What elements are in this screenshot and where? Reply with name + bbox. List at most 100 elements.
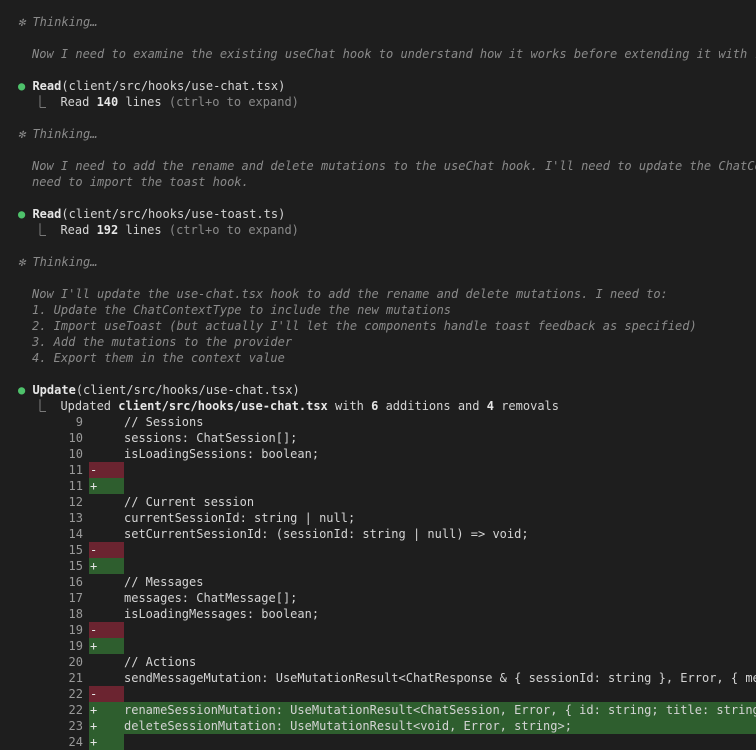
diff-sign [89,591,90,605]
diff-marker: + [89,702,124,718]
diff-sign: - [90,463,98,477]
line-number: 17 [68,591,83,605]
diff-sign: + [90,703,98,717]
summary-prefix: ⎿ Updated [34,399,119,413]
diff-sign: + [90,735,98,749]
diff-marker: - [89,686,124,702]
diff-line: 10 isLoadingSessions: boolean; [0,446,756,462]
diff-line: 24 + [0,734,756,750]
code-text: sessions: ChatSession[]; [124,431,298,445]
diff-sign: - [90,687,98,701]
diff-marker: - [89,622,124,638]
tool-name: Read [32,207,62,221]
thinking-text: 2. Import useToast (but actually I'll le… [32,319,697,333]
diff-sign [89,415,90,429]
diff-marker [89,574,124,590]
diff-marker: - [89,462,124,478]
code-text: // Actions [124,655,197,669]
tool-result[interactable]: ⎿ Read 192 lines (ctrl+o to expand) [34,222,299,238]
tool-call-update[interactable]: ● Update(client/src/hooks/use-chat.tsx) [18,382,300,398]
diff-marker: + [89,638,124,654]
diff-marker [89,590,124,606]
code-text: messages: ChatMessage[]; [124,591,298,605]
diff-marker: + [89,558,124,574]
status-dot-icon: ● [18,207,33,221]
line-number: 14 [68,527,83,541]
code-text: isLoadingSessions: boolean; [124,447,320,461]
diff-line: 22 + renameSessionMutation: UseMutationRes… [0,702,756,718]
thinking-header: ✻ Thinking… [18,255,98,269]
diff-line: 18 isLoadingMessages: boolean; [0,606,756,622]
code-text: sendMessageMutation: UseMutationResult<C… [124,671,756,685]
line-number: 11 [68,479,83,493]
result-suffix: lines [118,223,162,237]
diff-marker: + [89,718,124,734]
line-number: 22 [68,703,83,717]
diff-sign: + [90,559,98,573]
code-text: deleteSessionMutation: UseMutationResult… [124,718,756,734]
diff-sign [89,511,90,525]
diff-marker [89,606,124,622]
diff-line: 14 setCurrentSessionId: (sessionId: strin… [0,526,756,542]
diff-sign: + [90,639,98,653]
diff-marker [89,430,124,446]
line-number: 12 [68,495,83,509]
line-number: 11 [68,463,83,477]
diff-marker [89,670,124,686]
thinking-text: 3. Add the mutations to the provider [32,335,293,349]
diff-line: 11- [0,462,756,478]
diff-sign [89,527,90,541]
thinking-header: ✻ Thinking… [18,15,98,29]
diff-sign: - [90,623,98,637]
diff-sign [89,607,90,621]
code-text: setCurrentSessionId: (sessionId: string … [124,527,529,541]
tool-result[interactable]: ⎿ Read 140 lines (ctrl+o to expand) [34,94,299,110]
summary-text: with [327,399,372,413]
expand-hint[interactable]: (ctrl+o to expand) [162,223,299,237]
code-text: isLoadingMessages: boolean; [124,607,320,621]
diff-sign: + [90,719,98,733]
diff-line: 10 sessions: ChatSession[]; [0,430,756,446]
line-number: 16 [68,575,83,589]
tool-argument: (client/src/hooks/use-toast.ts) [61,207,286,221]
code-text: // Current session [124,495,255,509]
code-text: // Sessions [124,415,204,429]
diff-line: 13 currentSessionId: string | null; [0,510,756,526]
update-summary: ⎿ Updated client/src/hooks/use-chat.tsx … [34,398,559,414]
diff-sign [89,655,90,669]
diff-sign [89,431,90,445]
line-number: 21 [68,671,83,685]
diff-line: 12 // Current session [0,494,756,510]
thinking-text: 4. Export them in the context value [32,351,285,365]
tool-name: Update [32,383,76,397]
tool-name: Read [32,79,62,93]
line-number: 13 [68,511,83,525]
diff-line: 19- [0,622,756,638]
result-prefix: ⎿ Read [34,223,97,237]
diff-line: 11 + [0,478,756,494]
line-number: 24 [68,735,83,749]
diff-sign: + [90,479,98,493]
diff-marker [89,446,124,462]
file-path: client/src/hooks/use-chat.tsx [118,399,328,413]
status-dot-icon: ● [18,79,33,93]
thinking-text: Now I need to add the rename and delete … [32,159,756,173]
tool-call-read[interactable]: ● Read(client/src/hooks/use-toast.ts) [18,206,285,222]
line-number: 9 [75,415,83,429]
diff-line: 21 sendMessageMutation: UseMutationResult… [0,670,756,686]
diff-marker: - [89,542,124,558]
expand-hint[interactable]: (ctrl+o to expand) [162,95,299,109]
line-number: 18 [68,607,83,621]
diff-marker: + [89,734,124,750]
diff-line: 9 // Sessions [0,414,756,430]
line-number: 10 [68,447,83,461]
diff-sign [89,447,90,461]
line-number: 10 [68,431,83,445]
thinking-text: 1. Update the ChatContextType to include… [32,303,452,317]
diff-line: 23 + deleteSessionMutation: UseMutationRes… [0,718,756,734]
line-count: 140 [96,95,119,109]
thinking-header: ✻ Thinking… [18,127,98,141]
tool-call-read[interactable]: ● Read(client/src/hooks/use-chat.tsx) [18,78,285,94]
thinking-text: need to import the toast hook. [32,175,249,189]
line-number: 23 [68,719,83,733]
